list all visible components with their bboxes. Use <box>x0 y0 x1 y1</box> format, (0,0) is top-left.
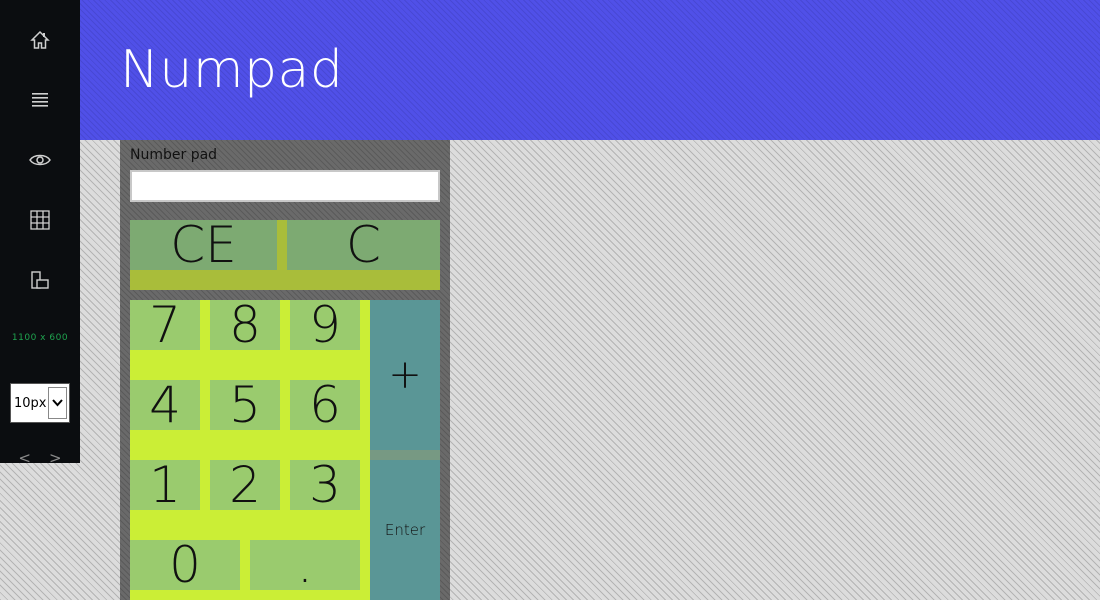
key-9[interactable]: 9 <box>290 300 360 350</box>
prev-button[interactable]: < <box>18 448 31 467</box>
home-icon <box>30 30 50 50</box>
preview-button[interactable] <box>0 130 80 190</box>
clear-key-group: CE C <box>130 220 440 290</box>
layout-button[interactable] <box>0 250 80 310</box>
key-8[interactable]: 8 <box>210 300 280 350</box>
plus-button[interactable]: + <box>370 300 440 450</box>
eye-icon <box>29 153 51 167</box>
side-rail: 1100 x 600 10px < > <box>0 0 80 467</box>
scale-value: 10px <box>14 395 47 411</box>
key-5[interactable]: 5 <box>210 380 280 430</box>
chevron-down-icon[interactable] <box>48 387 67 419</box>
number-pad-input[interactable] <box>130 170 440 202</box>
key-0[interactable]: 0 <box>130 540 240 590</box>
key-3[interactable]: 3 <box>290 460 360 510</box>
key-1[interactable]: 1 <box>130 460 200 510</box>
nav-arrows: < > <box>0 448 80 467</box>
key-6[interactable]: 6 <box>290 380 360 430</box>
page-title: Numpad <box>120 40 344 100</box>
page-header: Numpad <box>80 0 1100 140</box>
key-decimal[interactable]: . <box>250 540 360 590</box>
scale-select[interactable]: 10px <box>10 383 70 423</box>
next-button[interactable]: > <box>49 448 62 467</box>
grid-button[interactable] <box>0 190 80 250</box>
clear-button[interactable]: C <box>287 220 440 270</box>
home-button[interactable] <box>0 10 80 70</box>
layout-icon <box>30 270 50 290</box>
grid-icon <box>30 210 50 230</box>
enter-button[interactable]: Enter <box>370 460 440 600</box>
key-2[interactable]: 2 <box>210 460 280 510</box>
number-key-group: 7 8 9 4 5 6 1 2 3 0 . <box>130 300 370 600</box>
resolution-label: 1100 x 600 <box>11 333 69 343</box>
menu-icon <box>31 92 49 108</box>
menu-button[interactable] <box>0 70 80 130</box>
operator-key-group: + Enter <box>370 300 440 600</box>
key-4[interactable]: 4 <box>130 380 200 430</box>
clear-entry-button[interactable]: CE <box>130 220 277 270</box>
key-7[interactable]: 7 <box>130 300 200 350</box>
numpad-panel: Number pad CE C 7 8 9 4 5 6 1 2 3 0 . + … <box>120 140 450 600</box>
number-pad-label: Number pad <box>130 147 218 163</box>
